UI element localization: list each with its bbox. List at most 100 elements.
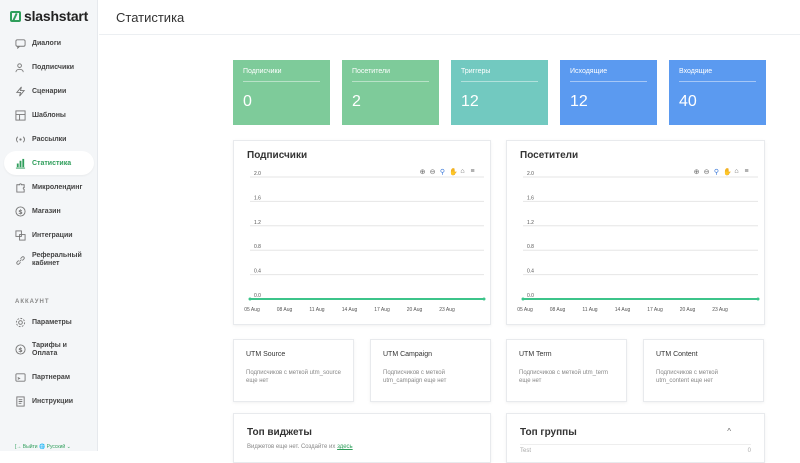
topbar: Статистика <box>99 0 800 35</box>
subscribers-chart-card: Подписчики ⊕ ⊖ ⚲ ✋ ⌂ ≡ 2.0 1.6 1.2 0.8 0.4 0.… <box>233 140 491 325</box>
y-tick-label: 1.2 <box>527 220 534 226</box>
language-selector[interactable]: Русский <box>47 444 66 450</box>
slash-logo-icon <box>10 10 21 22</box>
stat-tile-outgoing: Исходящие 12 <box>560 60 657 125</box>
stat-tile-visitors: Посетители 2 <box>342 60 439 125</box>
utm-title: UTM Term <box>519 351 552 358</box>
visitors-chart-card: Посетители ⊕ ⊖ ⚲ ✋ ⌂ ≡ 2.0 1.6 1.2 0.8 0.4 0.… <box>506 140 765 325</box>
x-tick-label: 23 Aug <box>439 307 455 313</box>
x-tick-label: 17 Aug <box>374 307 390 313</box>
stat-value: 12 <box>570 93 588 110</box>
y-tick-label: 0.4 <box>527 269 534 275</box>
brand-name: slashstart <box>24 8 89 24</box>
utm-term-card: UTM Term Подписчиков с меткой utm_term е… <box>506 339 627 402</box>
sidebar-item-label: Микролендинг <box>32 183 83 191</box>
sidebar-item-templates[interactable]: Шаблоны <box>4 103 94 127</box>
template-icon <box>15 109 26 121</box>
utm-description: Подписчиков с меткой utm_campaign еще не… <box>383 370 447 384</box>
y-tick-label: 2.0 <box>254 171 261 177</box>
stat-divider <box>570 81 647 82</box>
group-value: 0 <box>747 448 751 454</box>
utm-campaign-card: UTM Campaign Подписчиков с меткой utm_ca… <box>370 339 491 402</box>
utm-title: UTM Source <box>246 351 286 358</box>
sidebar-item-shop[interactable]: $ Магазин <box>4 199 94 223</box>
account-section-label: АККАУНТ <box>15 299 50 305</box>
empty-state-text: Виджетов еще нет. Создайте их здесь <box>247 444 353 450</box>
group-name: Test <box>520 448 532 454</box>
create-widgets-link[interactable]: здесь <box>337 444 353 450</box>
stat-value: 12 <box>461 93 479 110</box>
stat-label: Исходящие <box>570 68 608 75</box>
sidebar-item-label: Магазин <box>32 207 61 215</box>
y-tick-label: 2.0 <box>527 171 534 177</box>
stat-value: 40 <box>679 93 697 110</box>
x-tick-label: 14 Aug <box>615 307 631 313</box>
integration-icon <box>15 229 26 241</box>
logout-link[interactable]: Выйти <box>23 444 38 450</box>
sidebar-item-microlanding[interactable]: Микролендинг <box>4 175 94 199</box>
sidebar-item-label: Статистика <box>32 159 72 167</box>
x-tick-label: 08 Aug <box>550 307 566 313</box>
y-tick-label: 1.6 <box>254 195 261 201</box>
account-nav: Параметры $ Тарифы и Оплата Партнерам Ин… <box>4 310 94 413</box>
sidebar-footer: [→ Выйти 🌐 Русский ⌄ <box>15 444 71 450</box>
stat-label: Посетители <box>352 68 390 75</box>
utm-title: UTM Campaign <box>383 351 433 358</box>
logo[interactable]: slashstart <box>10 8 88 24</box>
top-groups-card: Топ группы ^ Test 0 <box>506 413 765 463</box>
x-tick-label: 05 Aug <box>244 307 260 313</box>
data-point <box>248 297 252 301</box>
sidebar-item-subscribers[interactable]: Подписчики <box>4 55 94 79</box>
gear-icon <box>15 317 26 328</box>
svg-text:$: $ <box>18 346 23 354</box>
sidebar-item-label: Реферальный кабинет <box>32 252 82 267</box>
x-tick-label: 20 Aug <box>680 307 696 313</box>
stat-divider <box>461 81 538 82</box>
sidebar-item-label: Рассылки <box>32 135 67 143</box>
card-icon <box>15 372 26 383</box>
stat-label: Входящие <box>679 68 713 75</box>
users-icon <box>15 62 26 73</box>
data-point <box>482 297 486 301</box>
dollar-icon: $ <box>15 205 26 217</box>
sidebar-item-settings[interactable]: Параметры <box>4 310 94 334</box>
x-tick-label: 11 Aug <box>309 307 324 313</box>
stat-tile-subscribers: Подписчики 0 <box>233 60 330 125</box>
main-nav: Диалоги Подписчики Сценарии Шаблоны Расс… <box>4 31 94 273</box>
sidebar-item-referral[interactable]: Реферальный кабинет <box>4 247 94 273</box>
card-title: Топ виджеты <box>247 427 312 438</box>
logout-icon: [→ <box>15 444 22 450</box>
x-tick-label: 20 Aug <box>407 307 423 313</box>
link-icon <box>15 255 26 266</box>
sidebar-item-broadcasts[interactable]: Рассылки <box>4 127 94 151</box>
stat-value: 0 <box>243 93 252 110</box>
x-tick-label: 17 Aug <box>647 307 663 313</box>
sidebar-item-scenarios[interactable]: Сценарии <box>4 79 94 103</box>
stat-divider <box>243 81 320 82</box>
sidebar: slashstart Диалоги Подписчики Сценарии Ш… <box>0 0 98 451</box>
sidebar-item-integrations[interactable]: Интеграции <box>4 223 94 247</box>
sidebar-item-label: Диалоги <box>32 39 62 47</box>
sidebar-item-label: Тарифы и Оплата <box>32 341 67 357</box>
stat-divider <box>352 81 429 82</box>
utm-description: Подписчиков с меткой utm_content еще нет <box>656 370 718 384</box>
utm-title: UTM Content <box>656 351 698 358</box>
visitors-chart: 2.01.61.20.80.40.005 Aug 08 Aug 11 Aug 14 A… <box>517 171 760 313</box>
card-title: Топ группы <box>520 427 577 438</box>
sidebar-item-label: Партнерам <box>32 373 71 381</box>
svg-text:$: $ <box>18 207 23 215</box>
stat-label: Триггеры <box>461 68 491 75</box>
sort-caret-icon[interactable]: ^ <box>727 427 731 436</box>
stat-tile-incoming: Входящие 40 <box>669 60 766 125</box>
page-title: Статистика <box>116 10 185 25</box>
sidebar-item-label: Параметры <box>32 318 72 326</box>
sidebar-item-statistics[interactable]: Статистика <box>4 151 94 175</box>
sidebar-item-instructions[interactable]: Инструкции <box>4 389 94 413</box>
subscribers-chart: 2.01.61.20.80.40.005 Aug 08 Aug 11 Aug 14 A… <box>244 171 486 313</box>
dollar-icon: $ <box>15 344 26 355</box>
sidebar-item-dialogs[interactable]: Диалоги <box>4 31 94 55</box>
sidebar-item-tariffs[interactable]: $ Тарифы и Оплата <box>4 334 94 365</box>
sidebar-item-partners[interactable]: Партнерам <box>4 365 94 389</box>
stat-label: Подписчики <box>243 68 282 75</box>
x-tick-label: 05 Aug <box>517 307 533 313</box>
